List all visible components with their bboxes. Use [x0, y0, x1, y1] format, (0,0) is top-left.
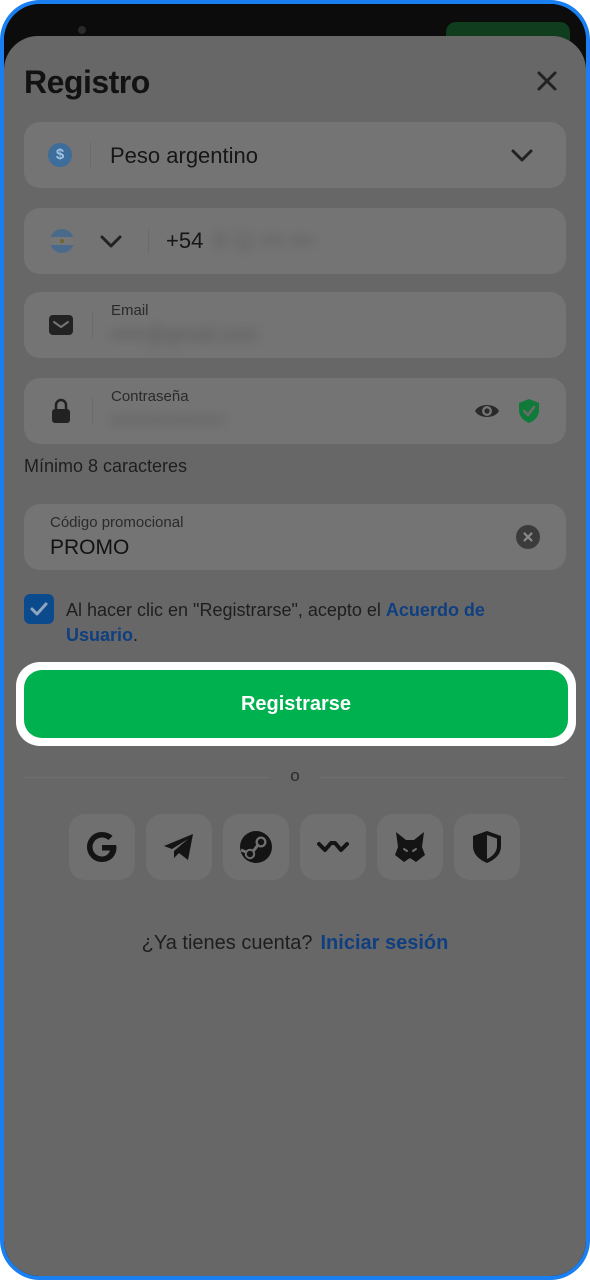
shield-icon	[473, 831, 501, 863]
divider-text: o	[290, 766, 300, 785]
chevron-down-icon	[511, 149, 533, 162]
currency-select[interactable]: $ Peso argentino	[24, 122, 566, 188]
steam-button[interactable]	[223, 814, 289, 880]
chevron-down-icon[interactable]	[98, 230, 124, 252]
phone-prefix: +54	[166, 228, 204, 253]
steam-icon	[240, 831, 272, 863]
close-icon[interactable]	[532, 66, 562, 96]
login-link[interactable]: Iniciar sesión	[321, 932, 449, 954]
promo-code-field[interactable]: Código promocional PROMO	[24, 504, 566, 570]
metamask-button[interactable]	[377, 814, 443, 880]
field-separator	[92, 398, 93, 424]
eye-icon[interactable]	[474, 399, 500, 423]
promo-label: Código promocional	[50, 514, 184, 531]
sheet-title: Registro	[24, 64, 150, 100]
field-separator	[148, 228, 149, 254]
email-label: Email	[111, 302, 149, 319]
walletconnect-icon	[317, 841, 349, 852]
walletconnect-button[interactable]	[300, 814, 366, 880]
register-button[interactable]: Registrarse	[24, 670, 568, 738]
agreement-prefix: Al hacer clic en "Registrarse", acepto e…	[66, 600, 386, 620]
mail-icon	[49, 315, 73, 335]
phone-number-input[interactable]: 9 11 ••• •••	[214, 228, 314, 254]
telegram-button[interactable]	[146, 814, 212, 880]
email-input[interactable]: •••••@gmail.com	[111, 324, 257, 347]
field-separator	[92, 312, 93, 338]
divider-line	[24, 777, 270, 778]
email-field[interactable]: Email •••••@gmail.com	[24, 292, 566, 358]
phone-field[interactable]: +54 9 11 ••• •••	[24, 208, 566, 274]
agreement-text: Al hacer clic en "Registrarse", acepto e…	[66, 598, 536, 648]
currency-label: Peso argentino	[110, 143, 258, 168]
login-question: ¿Ya tienes cuenta?	[141, 932, 313, 954]
agreement-suffix: .	[133, 625, 139, 645]
password-hint: Mínimo 8 caracteres	[24, 456, 188, 476]
login-prompt: ¿Ya tienes cuenta? Iniciar sesión	[4, 932, 586, 955]
telegram-icon	[164, 834, 193, 860]
currency-coin-icon: $	[48, 143, 72, 167]
argentina-flag-icon[interactable]	[50, 229, 74, 253]
clear-button[interactable]	[516, 525, 540, 549]
metamask-icon	[395, 832, 425, 862]
password-input[interactable]: •••••••••••••	[111, 408, 224, 434]
field-separator	[90, 142, 91, 168]
divider-line	[320, 777, 566, 778]
password-field[interactable]: Contraseña •••••••••••••	[24, 378, 566, 444]
shield-login-button[interactable]	[454, 814, 520, 880]
promo-input[interactable]: PROMO	[50, 536, 129, 560]
camera-dot	[78, 26, 86, 34]
google-button[interactable]	[69, 814, 135, 880]
shield-check-icon	[519, 399, 539, 423]
phone-frame: Registro $ Peso argentino +54 9 11 ••• •…	[0, 0, 590, 1280]
password-label: Contraseña	[111, 388, 189, 405]
google-icon	[87, 832, 117, 862]
clear-icon	[523, 532, 533, 542]
checkmark-icon	[30, 602, 48, 616]
agreement-checkbox[interactable]	[24, 594, 54, 624]
lock-icon	[52, 398, 70, 423]
registration-sheet: Registro $ Peso argentino +54 9 11 ••• •…	[4, 36, 586, 1276]
